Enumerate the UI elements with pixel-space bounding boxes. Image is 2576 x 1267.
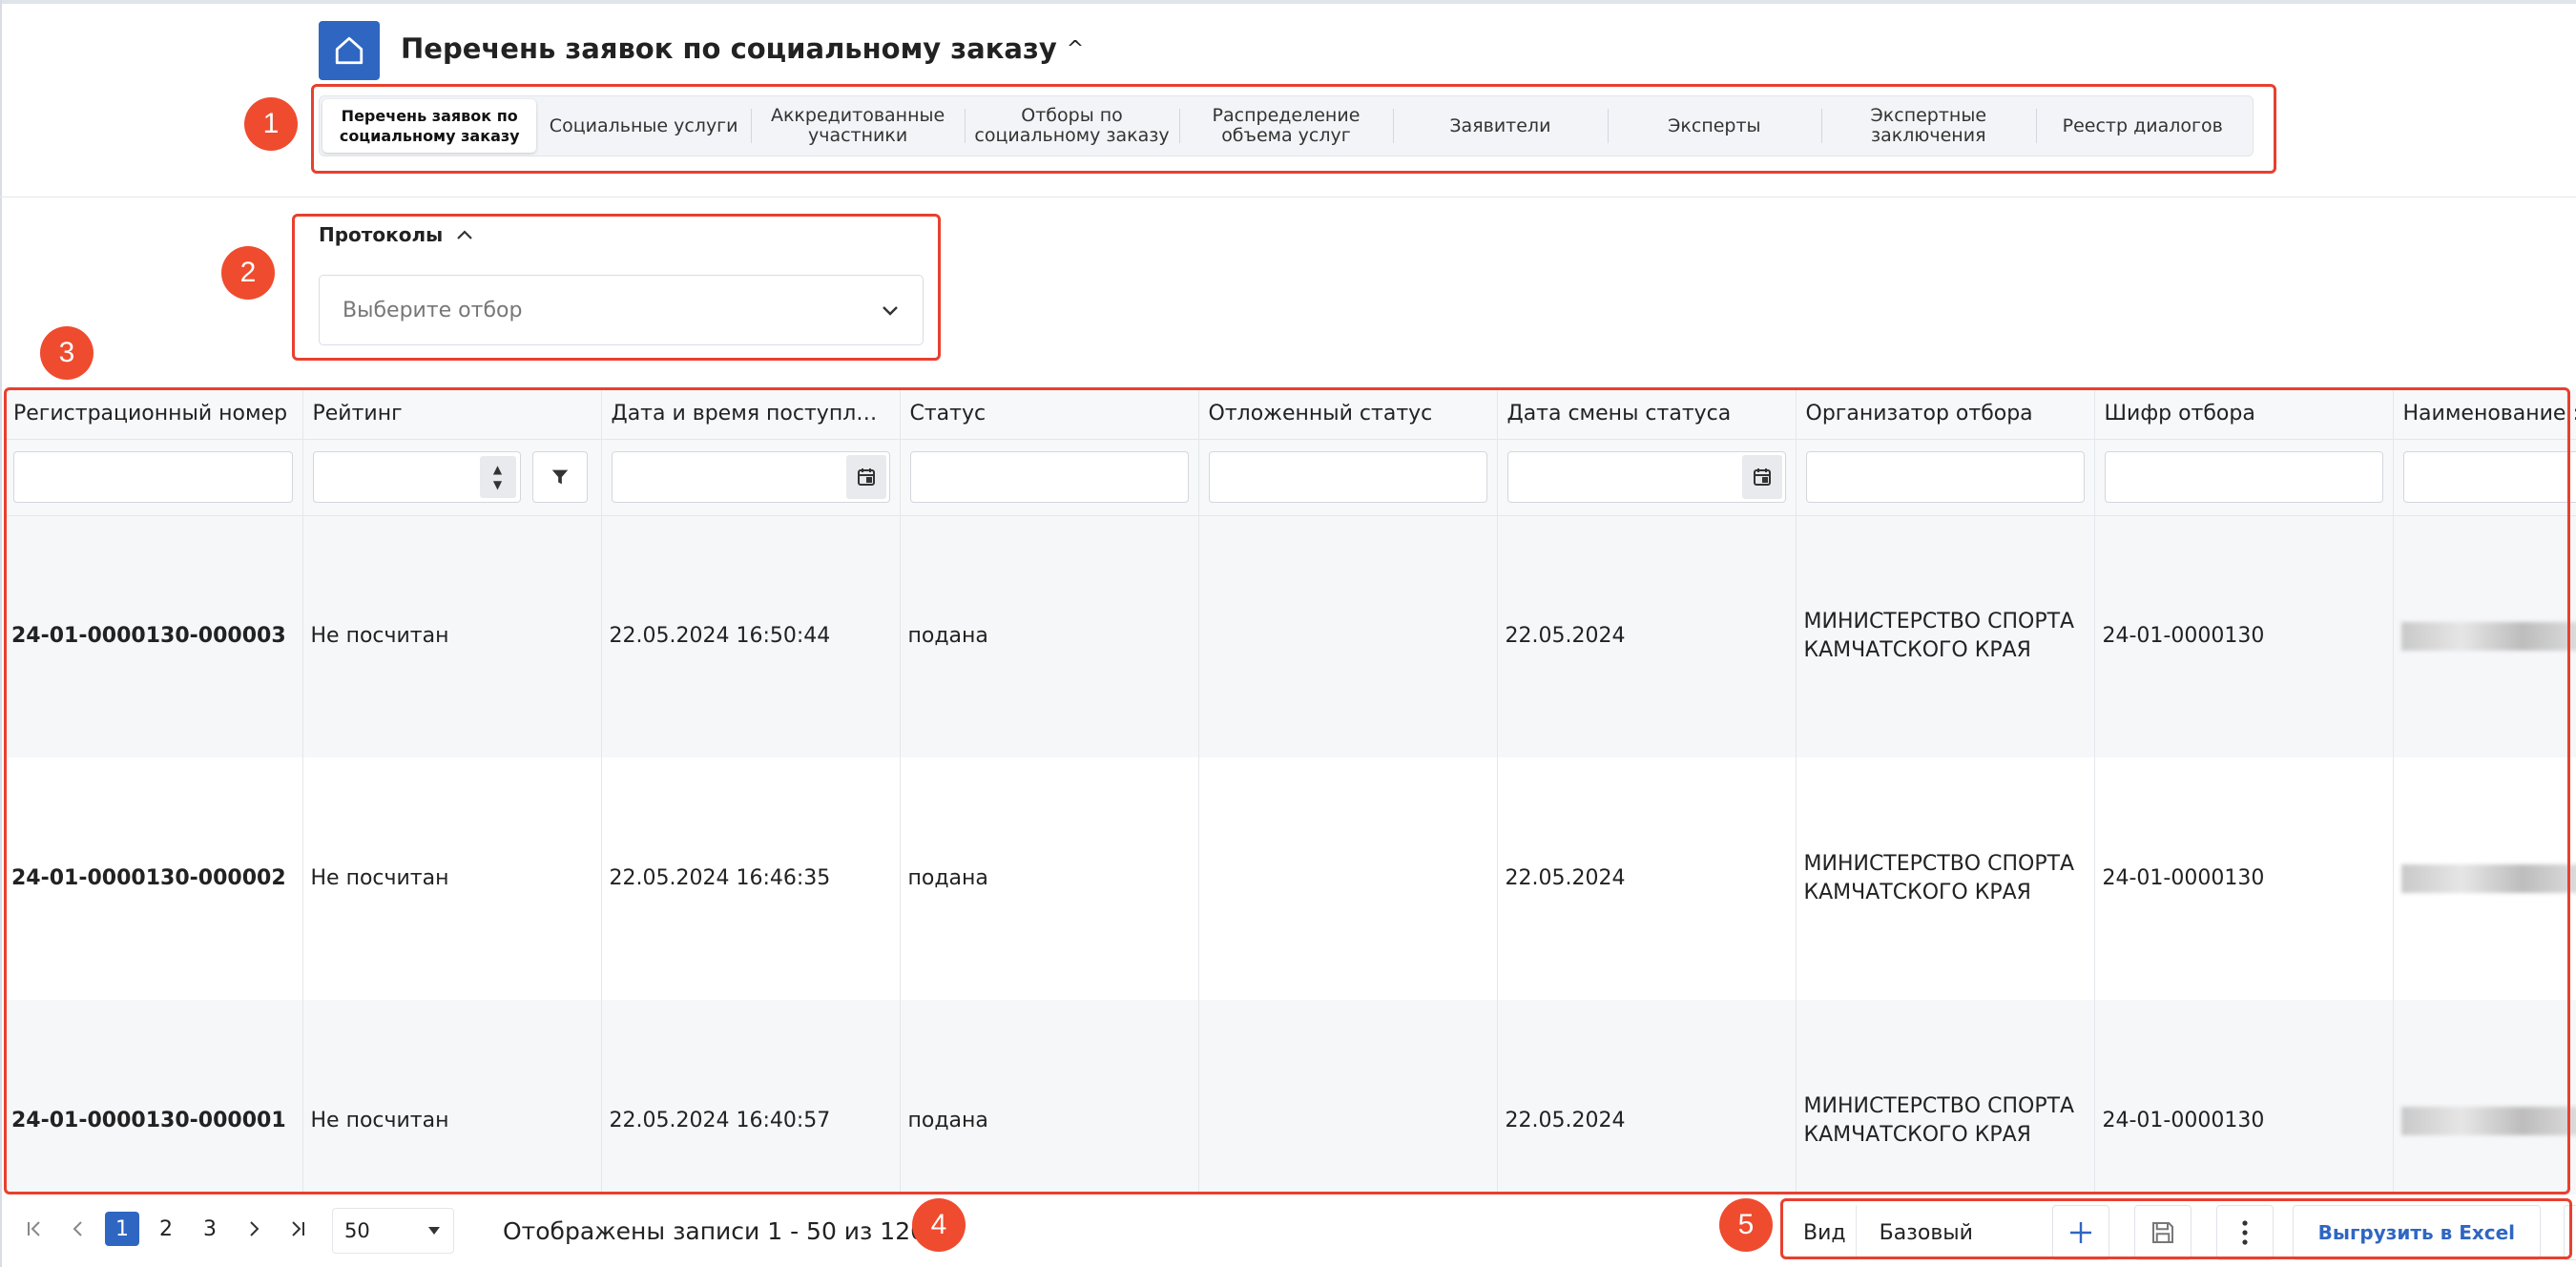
window-left-border: [0, 0, 2, 1267]
prev-page-icon[interactable]: [61, 1212, 95, 1246]
protocols-label: Протоколы: [319, 223, 444, 246]
home-icon: [335, 36, 364, 65]
window-top-border: [0, 0, 2576, 4]
selection-dropdown-placeholder: Выберите отбор: [343, 298, 523, 322]
chevron-up-icon: ^: [1066, 36, 1085, 61]
page-3-button[interactable]: 3: [193, 1212, 227, 1246]
tab-experts[interactable]: Эксперты: [1607, 99, 1821, 153]
page-size-value: 50: [344, 1219, 370, 1242]
caret-down-icon: [428, 1227, 440, 1235]
tab-selections[interactable]: Отборы по социальному заказу: [965, 99, 1178, 153]
last-page-icon[interactable]: [280, 1212, 315, 1246]
page-2-button[interactable]: 2: [149, 1212, 183, 1246]
first-page-icon[interactable]: [17, 1212, 52, 1246]
chevron-down-icon: [883, 306, 898, 316]
tab-applications[interactable]: Перечень заявок по социальному заказу: [322, 99, 537, 153]
annotation-badge-3: 3: [40, 326, 93, 380]
page-size-select[interactable]: 50: [332, 1208, 454, 1254]
home-button[interactable]: [319, 21, 380, 80]
protocols-toggle[interactable]: Протоколы: [319, 223, 473, 246]
tab-social-services[interactable]: Социальные услуги: [536, 99, 750, 153]
tab-expert-conclusions[interactable]: Экспертные заключения: [1821, 99, 2035, 153]
annotation-box-toolbar: [1780, 1198, 2572, 1259]
page-1-button[interactable]: 1: [105, 1212, 139, 1246]
pagination: 1 2 3: [17, 1212, 315, 1246]
records-info: Отображены записи 1 - 50 из 120: [503, 1217, 926, 1245]
annotation-box-table: [4, 387, 2570, 1194]
tab-applicants[interactable]: Заявители: [1393, 99, 1607, 153]
selection-dropdown[interactable]: Выберите отбор: [319, 275, 924, 345]
tab-volume-distribution[interactable]: Распределение объема услуг: [1178, 99, 1393, 153]
page-title[interactable]: Перечень заявок по социальному заказу ^: [401, 32, 1084, 65]
annotation-badge-1: 1: [244, 97, 298, 151]
tab-dialog-registry[interactable]: Реестр диалогов: [2035, 99, 2250, 153]
annotation-badge-5: 5: [1719, 1198, 1773, 1252]
page-title-text: Перечень заявок по социальному заказу: [401, 32, 1057, 65]
tab-bar: Перечень заявок по социальному заказу Со…: [319, 95, 2254, 156]
next-page-icon[interactable]: [237, 1212, 271, 1246]
annotation-badge-4: 4: [912, 1198, 966, 1252]
chevron-up-icon: [457, 230, 472, 239]
tab-accredited-participants[interactable]: Аккредитованные участники: [750, 99, 965, 153]
annotation-badge-2: 2: [221, 246, 275, 300]
